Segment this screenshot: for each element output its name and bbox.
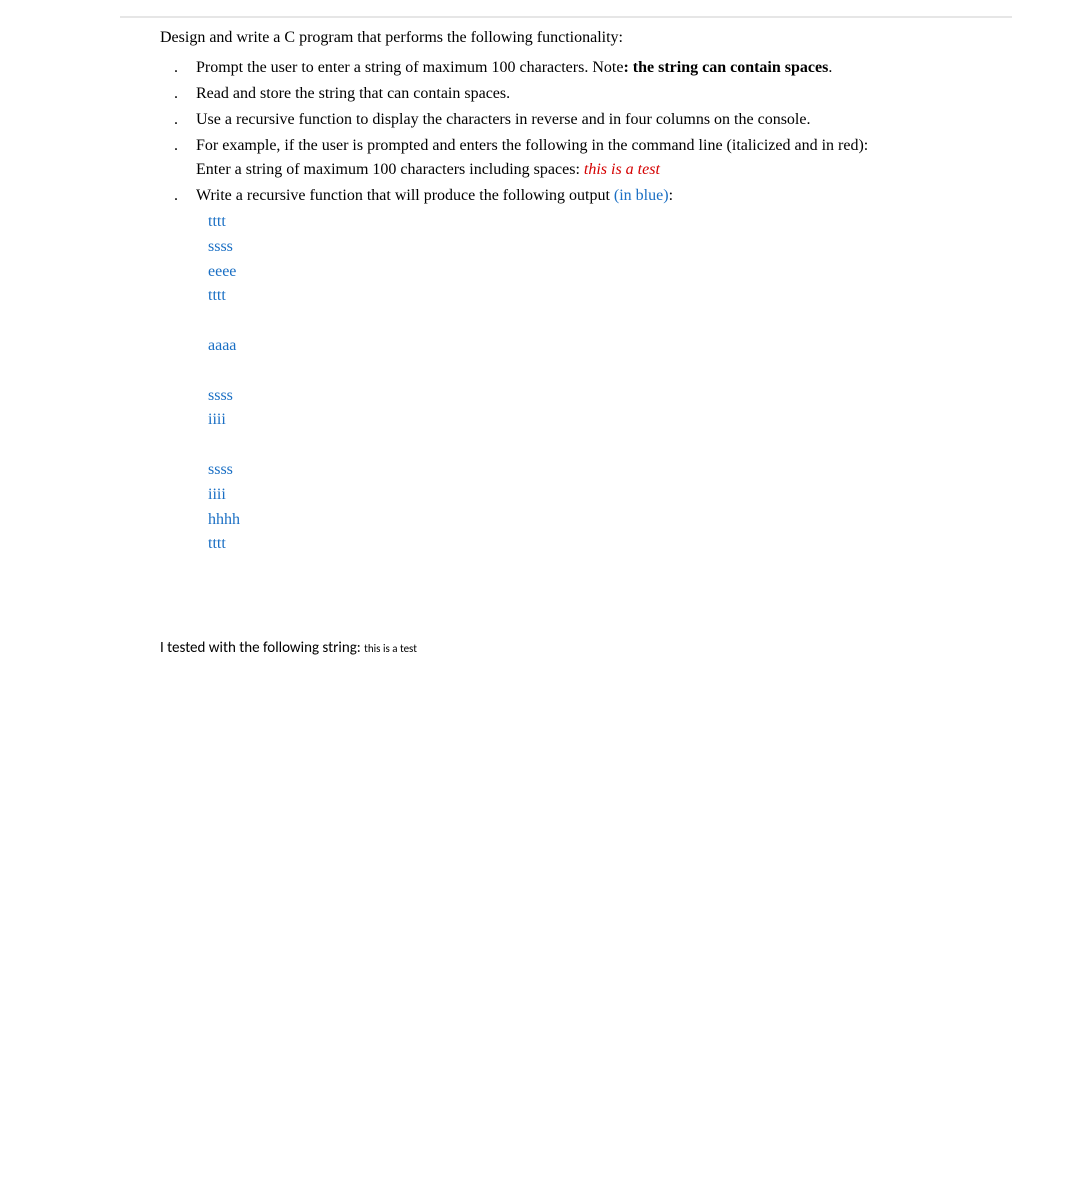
bullet-item-1: Prompt the user to enter a string of max… bbox=[168, 56, 972, 80]
bullet-2-text: Read and store the string that can conta… bbox=[196, 85, 510, 102]
tested-value: this is a test bbox=[364, 642, 417, 655]
program-output: tttt ssss eeee tttt aaaa ssss iiii ssss … bbox=[160, 210, 972, 557]
bullet-4-user-input: this is a test bbox=[584, 161, 660, 178]
document-page: Design and write a C program that perfor… bbox=[0, 0, 1092, 680]
bullet-5-text-c: : bbox=[669, 187, 673, 204]
bullet-item-3: Use a recursive function to display the … bbox=[168, 108, 972, 132]
bullet-1-text-b: : the string can contain spaces bbox=[623, 59, 828, 76]
bullet-5-text-a: Write a recursive function that will pro… bbox=[196, 187, 614, 204]
top-divider bbox=[120, 16, 1012, 18]
intro-paragraph: Design and write a C program that perfor… bbox=[160, 26, 972, 50]
tested-section: I tested with the following string: this… bbox=[160, 637, 972, 660]
bullet-item-4: For example, if the user is prompted and… bbox=[168, 134, 972, 182]
bullet-5-text-b: (in blue) bbox=[614, 187, 669, 204]
bullet-1-text-c: . bbox=[828, 59, 832, 76]
bullet-list: Prompt the user to enter a string of max… bbox=[160, 56, 972, 208]
bullet-3-text: Use a recursive function to display the … bbox=[196, 111, 810, 128]
bullet-1-text-a: Prompt the user to enter a string of max… bbox=[196, 59, 623, 76]
tested-label: I tested with the following string: bbox=[160, 639, 364, 657]
bullet-item-5: Write a recursive function that will pro… bbox=[168, 184, 972, 208]
bullet-4-text-a: For example, if the user is prompted and… bbox=[196, 137, 868, 154]
bullet-4-prompt: Enter a string of maximum 100 characters… bbox=[196, 161, 584, 178]
bullet-item-2: Read and store the string that can conta… bbox=[168, 82, 972, 106]
